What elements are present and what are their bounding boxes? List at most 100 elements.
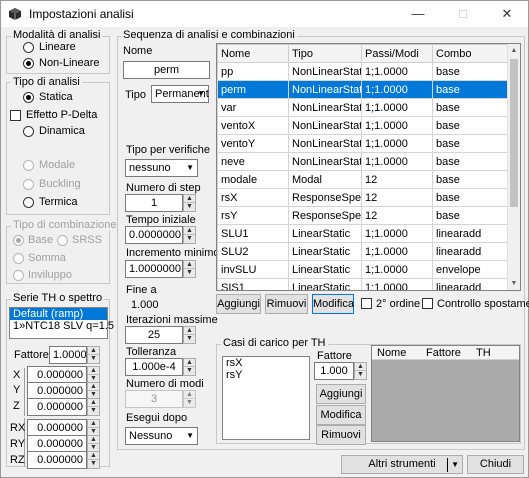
checkbox-controllo-spostamento[interactable]: [422, 298, 433, 309]
coord-rz-spinner[interactable]: ▲ ▼: [87, 451, 100, 469]
casi-col-nome[interactable]: Nome: [377, 347, 406, 360]
label-controllo-spostamento: Controllo spostamento: [437, 298, 529, 310]
table-cell: 12: [361, 188, 433, 207]
coord-z-spinner[interactable]: ▲ ▼: [87, 398, 100, 416]
casi-rimuovi-button[interactable]: Rimuovi: [316, 425, 366, 445]
table-row[interactable]: rsYResponseSpec...12base: [217, 206, 509, 225]
modifica-button[interactable]: Modifica: [312, 294, 354, 314]
list-item[interactable]: rsX: [223, 357, 309, 369]
analysis-grid[interactable]: Nome Tipo Passi/Modi Combo pp NonLinearSt…: [216, 43, 521, 291]
radio-modale[interactable]: [23, 160, 34, 171]
casi-table[interactable]: Nome Fattore TH: [371, 345, 520, 442]
tolleranza-spinner[interactable]: ▲ ▼: [183, 358, 196, 376]
altri-strumenti-button[interactable]: Altri strumenti ▼: [341, 455, 463, 474]
table-row[interactable]: ppNonLinearStatic1;1.0000base: [217, 62, 509, 81]
coord-z-input[interactable]: 0.000000: [27, 398, 87, 416]
table-cell: base: [432, 116, 509, 135]
scroll-thumb[interactable]: [510, 59, 518, 207]
casi-listbox[interactable]: rsX rsY: [222, 356, 310, 440]
radio-termica[interactable]: [23, 197, 34, 208]
radio-somma[interactable]: [13, 253, 24, 264]
iterazioni-spinner[interactable]: ▲ ▼: [183, 326, 196, 344]
casi-aggiungi-button[interactable]: Aggiungi: [316, 384, 366, 404]
table-cell: 1;1.0000: [361, 98, 433, 117]
serie-th-listbox[interactable]: Default (ramp) 1»NTC18 SLV q=1.5: [9, 307, 114, 339]
incremento-input[interactable]: 1.0000000: [125, 260, 183, 278]
rimuovi-button[interactable]: Rimuovi: [265, 294, 308, 314]
table-row[interactable]: varNonLinearStatic1;1.0000base: [217, 98, 509, 117]
aggiungi-button[interactable]: Aggiungi: [216, 294, 261, 314]
radio-dinamica[interactable]: [23, 126, 34, 137]
incremento-spinner[interactable]: ▲ ▼: [183, 260, 196, 278]
radio-non-lineare[interactable]: [23, 58, 34, 69]
col-header-nome[interactable]: Nome: [217, 44, 289, 63]
tolleranza-input[interactable]: 1.000e-4: [125, 358, 183, 376]
table-cell: base: [432, 80, 509, 99]
table-row[interactable]: neveNonLinearStatic1;1.0000base: [217, 152, 509, 171]
chiudi-button[interactable]: Chiudi: [467, 455, 524, 474]
col-header-tipo[interactable]: Tipo: [288, 44, 362, 63]
numero-modi-input[interactable]: 3: [125, 390, 183, 408]
split-divider: [447, 458, 448, 472]
coord-label-x: X: [13, 369, 21, 381]
tempo-iniziale-spinner[interactable]: ▲ ▼: [183, 226, 196, 244]
fattore-spinner[interactable]: ▲ ▼: [87, 346, 100, 364]
table-row[interactable]: rsXResponseSpec...12base: [217, 188, 509, 207]
col-header-combo[interactable]: Combo: [432, 44, 509, 63]
table-cell: linearadd: [432, 242, 509, 261]
numero-step-input[interactable]: 1: [125, 194, 183, 212]
fattore-input[interactable]: 1.00000: [49, 346, 87, 364]
table-row[interactable]: ventoXNonLinearStatic1;1.0000base: [217, 116, 509, 135]
radio-statica[interactable]: [23, 92, 34, 103]
radio-inviluppo[interactable]: [13, 270, 24, 281]
scroll-down-icon[interactable]: ▼: [508, 277, 520, 290]
serie-th-title: Serie TH o spettro: [11, 292, 105, 304]
table-row[interactable]: permNonLinearStatic1;1.0000base: [217, 80, 509, 99]
casi-modifica-button[interactable]: Modifica: [316, 405, 366, 425]
casi-col-fattore[interactable]: Fattore: [426, 347, 461, 360]
list-item[interactable]: 1»NTC18 SLV q=1.5: [10, 320, 114, 332]
checkbox-effetto-pdelta[interactable]: [10, 110, 21, 121]
fine-value: 1.000: [131, 299, 159, 311]
table-row[interactable]: modale Modal 12 base: [217, 170, 509, 189]
table-cell: ResponseSpec...: [288, 188, 362, 207]
table-row[interactable]: SLU1 LinearStatic 1;1.0000 linearadd: [217, 224, 509, 243]
table-cell: NonLinearStatic: [288, 134, 362, 153]
table-row[interactable]: SLU2 LinearStatic 1;1.0000 linearadd: [217, 242, 509, 261]
casi-fattore-spinner[interactable]: ▲ ▼: [354, 362, 367, 380]
tipo-select[interactable]: Permanent ▼: [151, 85, 209, 103]
numero-modi-spinner[interactable]: ▲ ▼: [183, 390, 196, 408]
table-cell: 1;1.0000: [361, 134, 433, 153]
esegui-select[interactable]: Nessuno ▼: [125, 427, 198, 445]
col-header-passi[interactable]: Passi/Modi: [361, 44, 433, 63]
radio-srss[interactable]: [57, 235, 68, 246]
table-cell: LinearStatic: [288, 224, 362, 243]
table-row[interactable]: SIS1 LinearStatic 1;1.0000 linearadd: [217, 278, 509, 290]
radio-buckling[interactable]: [23, 179, 34, 190]
close-icon[interactable]: ✕: [485, 1, 529, 27]
radio-base[interactable]: [13, 235, 24, 246]
radio-lineare[interactable]: [23, 42, 34, 53]
table-row[interactable]: ventoYNonLinearStatic1;1.0000base: [217, 134, 509, 153]
maximize-icon[interactable]: □: [441, 1, 485, 27]
list-item[interactable]: rsY: [223, 369, 309, 381]
numero-step-spinner[interactable]: ▲ ▼: [183, 194, 196, 212]
casi-fattore-input[interactable]: 1.000: [314, 362, 354, 380]
minimize-icon[interactable]: —: [396, 1, 440, 27]
list-item[interactable]: Default (ramp): [10, 308, 107, 320]
iterazioni-input[interactable]: 25: [125, 326, 183, 344]
table-cell: LinearStatic: [288, 260, 362, 279]
chevron-down-icon[interactable]: ▼: [451, 456, 459, 473]
grid-scrollbar[interactable]: ▲ ▼: [507, 44, 520, 290]
tipo-verifiche-select[interactable]: nessuno ▼: [125, 159, 198, 177]
casi-col-th[interactable]: TH: [476, 347, 491, 360]
tempo-iniziale-input[interactable]: 0.0000000: [125, 226, 183, 244]
nome-input[interactable]: perm: [123, 61, 210, 79]
table-row[interactable]: invSLU LinearStatic 1;1.0000 envelope: [217, 260, 509, 279]
table-cell: base: [432, 170, 509, 189]
coord-rz-input[interactable]: 0.000000: [27, 451, 87, 469]
table-cell: invSLU: [217, 260, 289, 279]
checkbox-secondo-ordine[interactable]: [361, 298, 372, 309]
chevron-down-icon: ▼: [186, 163, 194, 172]
scroll-up-icon[interactable]: ▲: [508, 44, 520, 57]
